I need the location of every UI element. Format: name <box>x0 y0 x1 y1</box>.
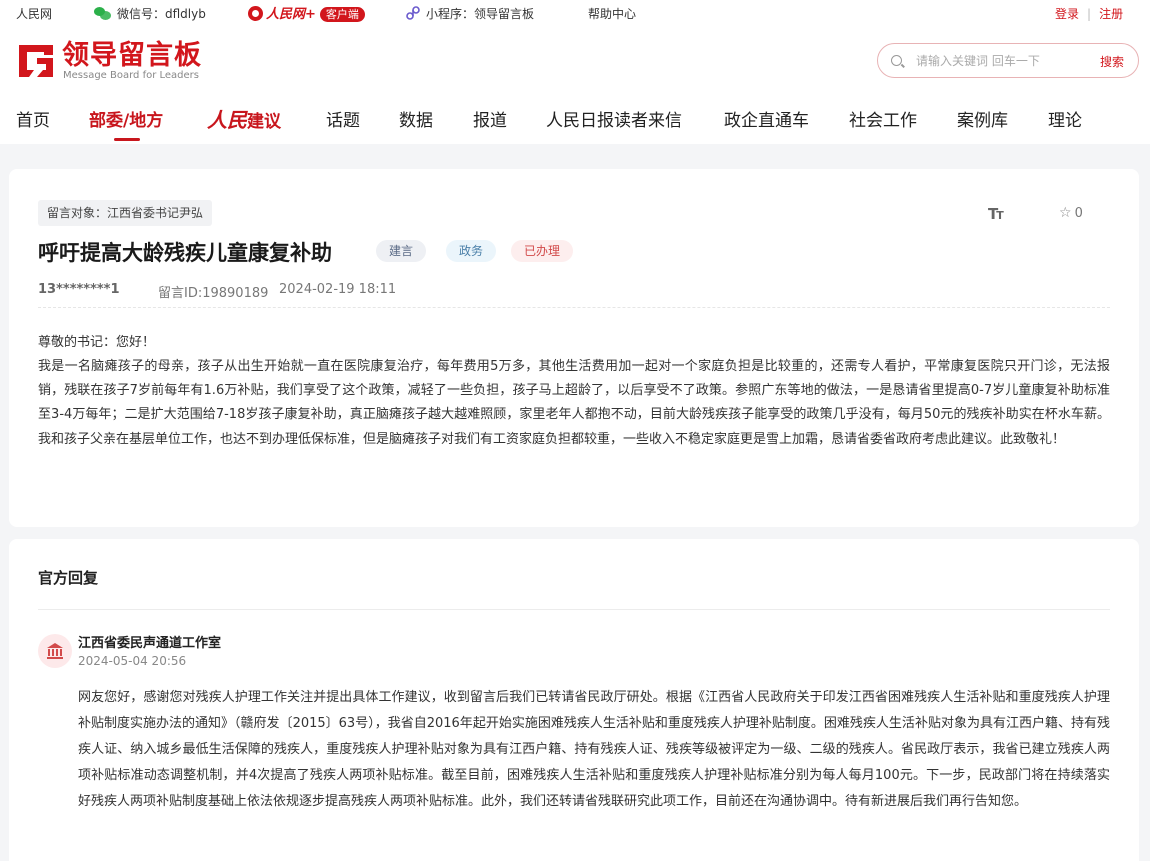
search-box: 搜索 <box>877 43 1139 78</box>
wechat-label: 微信号：dfldlyb <box>117 7 206 21</box>
nav-item-home[interactable]: 首页 <box>16 106 50 131</box>
site-link[interactable]: 人民网 <box>16 6 52 22</box>
nav-item-gov-enterprise[interactable]: 政企直通车 <box>724 106 809 131</box>
search-icon <box>891 55 902 66</box>
nav-item-readers-letters[interactable]: 人民日报读者来信 <box>546 106 682 131</box>
nav-item-ministries-local[interactable]: 部委/地方 <box>89 106 163 131</box>
nav-item-case-library[interactable]: 案例库 <box>957 106 1008 131</box>
nav-item-data[interactable]: 数据 <box>399 106 433 131</box>
rm-nav-prefix: 人民 <box>207 108 247 132</box>
nav-item-reports[interactable]: 报道 <box>473 106 507 131</box>
logo-subtitle: Message Board for Leaders <box>63 70 200 81</box>
reply-heading: 官方回复 <box>38 569 99 587</box>
nav-item-social-work[interactable]: 社会工作 <box>849 106 917 131</box>
favorite-count: 0 <box>1074 206 1083 221</box>
reply-card: 官方回复 江西省委民声通道工作室 2024-05-04 20:56 网友您好，感… <box>9 539 1139 861</box>
badge-government: 政务 <box>446 240 497 262</box>
reply-divider <box>38 609 1110 610</box>
reply-org-name: 江西省委民声通道工作室 <box>78 636 222 651</box>
miniprogram-icon <box>406 6 420 20</box>
favorite-button[interactable]: ☆ 0 <box>1059 205 1083 221</box>
badge-status: 已办理 <box>511 240 574 262</box>
miniprogram-info[interactable]: 小程序：领导留言板 <box>406 6 534 22</box>
search-input[interactable] <box>916 52 1086 70</box>
message-user: 13********1 <box>38 282 120 297</box>
star-icon: ☆ <box>1059 205 1072 221</box>
miniprogram-label: 小程序：领导留言板 <box>426 7 535 21</box>
nav-active-indicator <box>114 138 140 141</box>
reply-body: 网友您好，感谢您对残疾人护理工作关注并提出具体工作建议，收到留言后我们已转请省民… <box>78 690 1110 809</box>
top-strip: 人民网 微信号：dfldlyb 人民网+ 客户端 小程序：领导留言板 帮助中心 登… <box>0 0 1150 28</box>
board-logo-icon[interactable] <box>16 42 56 80</box>
nav-item-people-suggestions[interactable]: 人民建议 <box>207 104 281 133</box>
message-target: 留言对象：江西省委书记尹弘 <box>38 200 213 226</box>
site-header: 领导留言板 Message Board for Leaders 搜索 首页 部委… <box>0 28 1150 144</box>
rmw-logo-icon <box>248 6 263 21</box>
register-link[interactable]: 注册 <box>1099 7 1123 21</box>
rmw-client-link[interactable]: 人民网+ 客户端 <box>248 6 365 23</box>
message-id: 留言ID:19890189 <box>158 286 269 301</box>
wechat-icon <box>94 7 111 20</box>
auth-separator: | <box>1087 7 1092 21</box>
message-title: 呼吁提高大龄残疾儿童康复补助 <box>38 241 332 265</box>
help-center-link[interactable]: 帮助中心 <box>588 6 636 22</box>
nav-item-topics[interactable]: 话题 <box>326 106 360 131</box>
message-divider <box>38 307 1110 308</box>
wechat-info[interactable]: 微信号：dfldlyb <box>94 6 206 22</box>
rmw-logo-text: 人民网+ <box>266 7 316 22</box>
search-button[interactable]: 搜索 <box>1100 53 1124 70</box>
message-greeting: 尊敬的书记：您好！ <box>38 335 156 350</box>
logo-title[interactable]: 领导留言板 <box>62 42 202 70</box>
font-size-icon[interactable]: TT <box>988 205 1004 223</box>
reply-time: 2024-05-04 20:56 <box>78 654 187 668</box>
message-body: 我是一名脑瘫孩子的母亲，孩子从出生开始就一直在医院康复治疗，每年费用5万多，其他… <box>38 359 1110 447</box>
client-badge: 客户端 <box>319 7 365 22</box>
login-link[interactable]: 登录 <box>1055 7 1079 21</box>
message-card: 留言对象：江西省委书记尹弘 TT ☆ 0 呼吁提高大龄残疾儿童康复补助 建言 政务… <box>9 169 1139 527</box>
message-time: 2024-02-19 18:11 <box>279 282 397 297</box>
main-nav: 首页 部委/地方 人民建议 话题 数据 报道 人民日报读者来信 政企直通车 社会… <box>0 104 1150 144</box>
auth-links: 登录 | 注册 <box>1055 6 1123 22</box>
nav-item-theory[interactable]: 理论 <box>1048 106 1082 131</box>
rm-nav-suffix: 建议 <box>247 112 281 132</box>
government-building-icon <box>38 634 72 668</box>
badge-suggestion: 建言 <box>376 240 427 262</box>
